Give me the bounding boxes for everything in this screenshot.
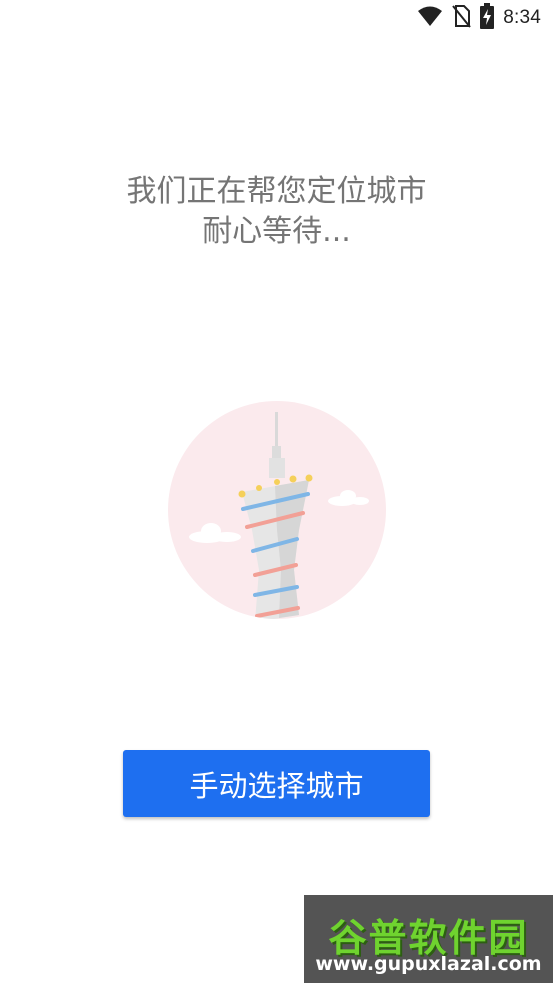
status-icons: 8:34 — [417, 3, 541, 33]
locating-subtitle: 耐心等待... — [202, 214, 351, 249]
city-locating-screen: 8:34 我们正在帮您定位城市 耐心等待... 手动选择城市 谷普软件园 www… — [0, 0, 553, 983]
status-bar: 8:34 — [0, 0, 553, 36]
battery-charging-icon — [479, 3, 495, 33]
watermark: 谷普软件园 www.gupuxlazal.com — [304, 895, 553, 983]
wifi-icon — [417, 5, 443, 31]
locating-title: 我们正在帮您定位城市 — [126, 174, 427, 209]
canton-tower-icon — [167, 400, 387, 620]
no-sim-icon — [451, 4, 471, 32]
watermark-url: www.gupuxlazal.com — [315, 953, 542, 975]
locating-message: 我们正在帮您定位城市 耐心等待... — [0, 172, 553, 252]
status-time: 8:34 — [503, 7, 541, 28]
choose-city-button[interactable]: 手动选择城市 — [123, 750, 430, 817]
